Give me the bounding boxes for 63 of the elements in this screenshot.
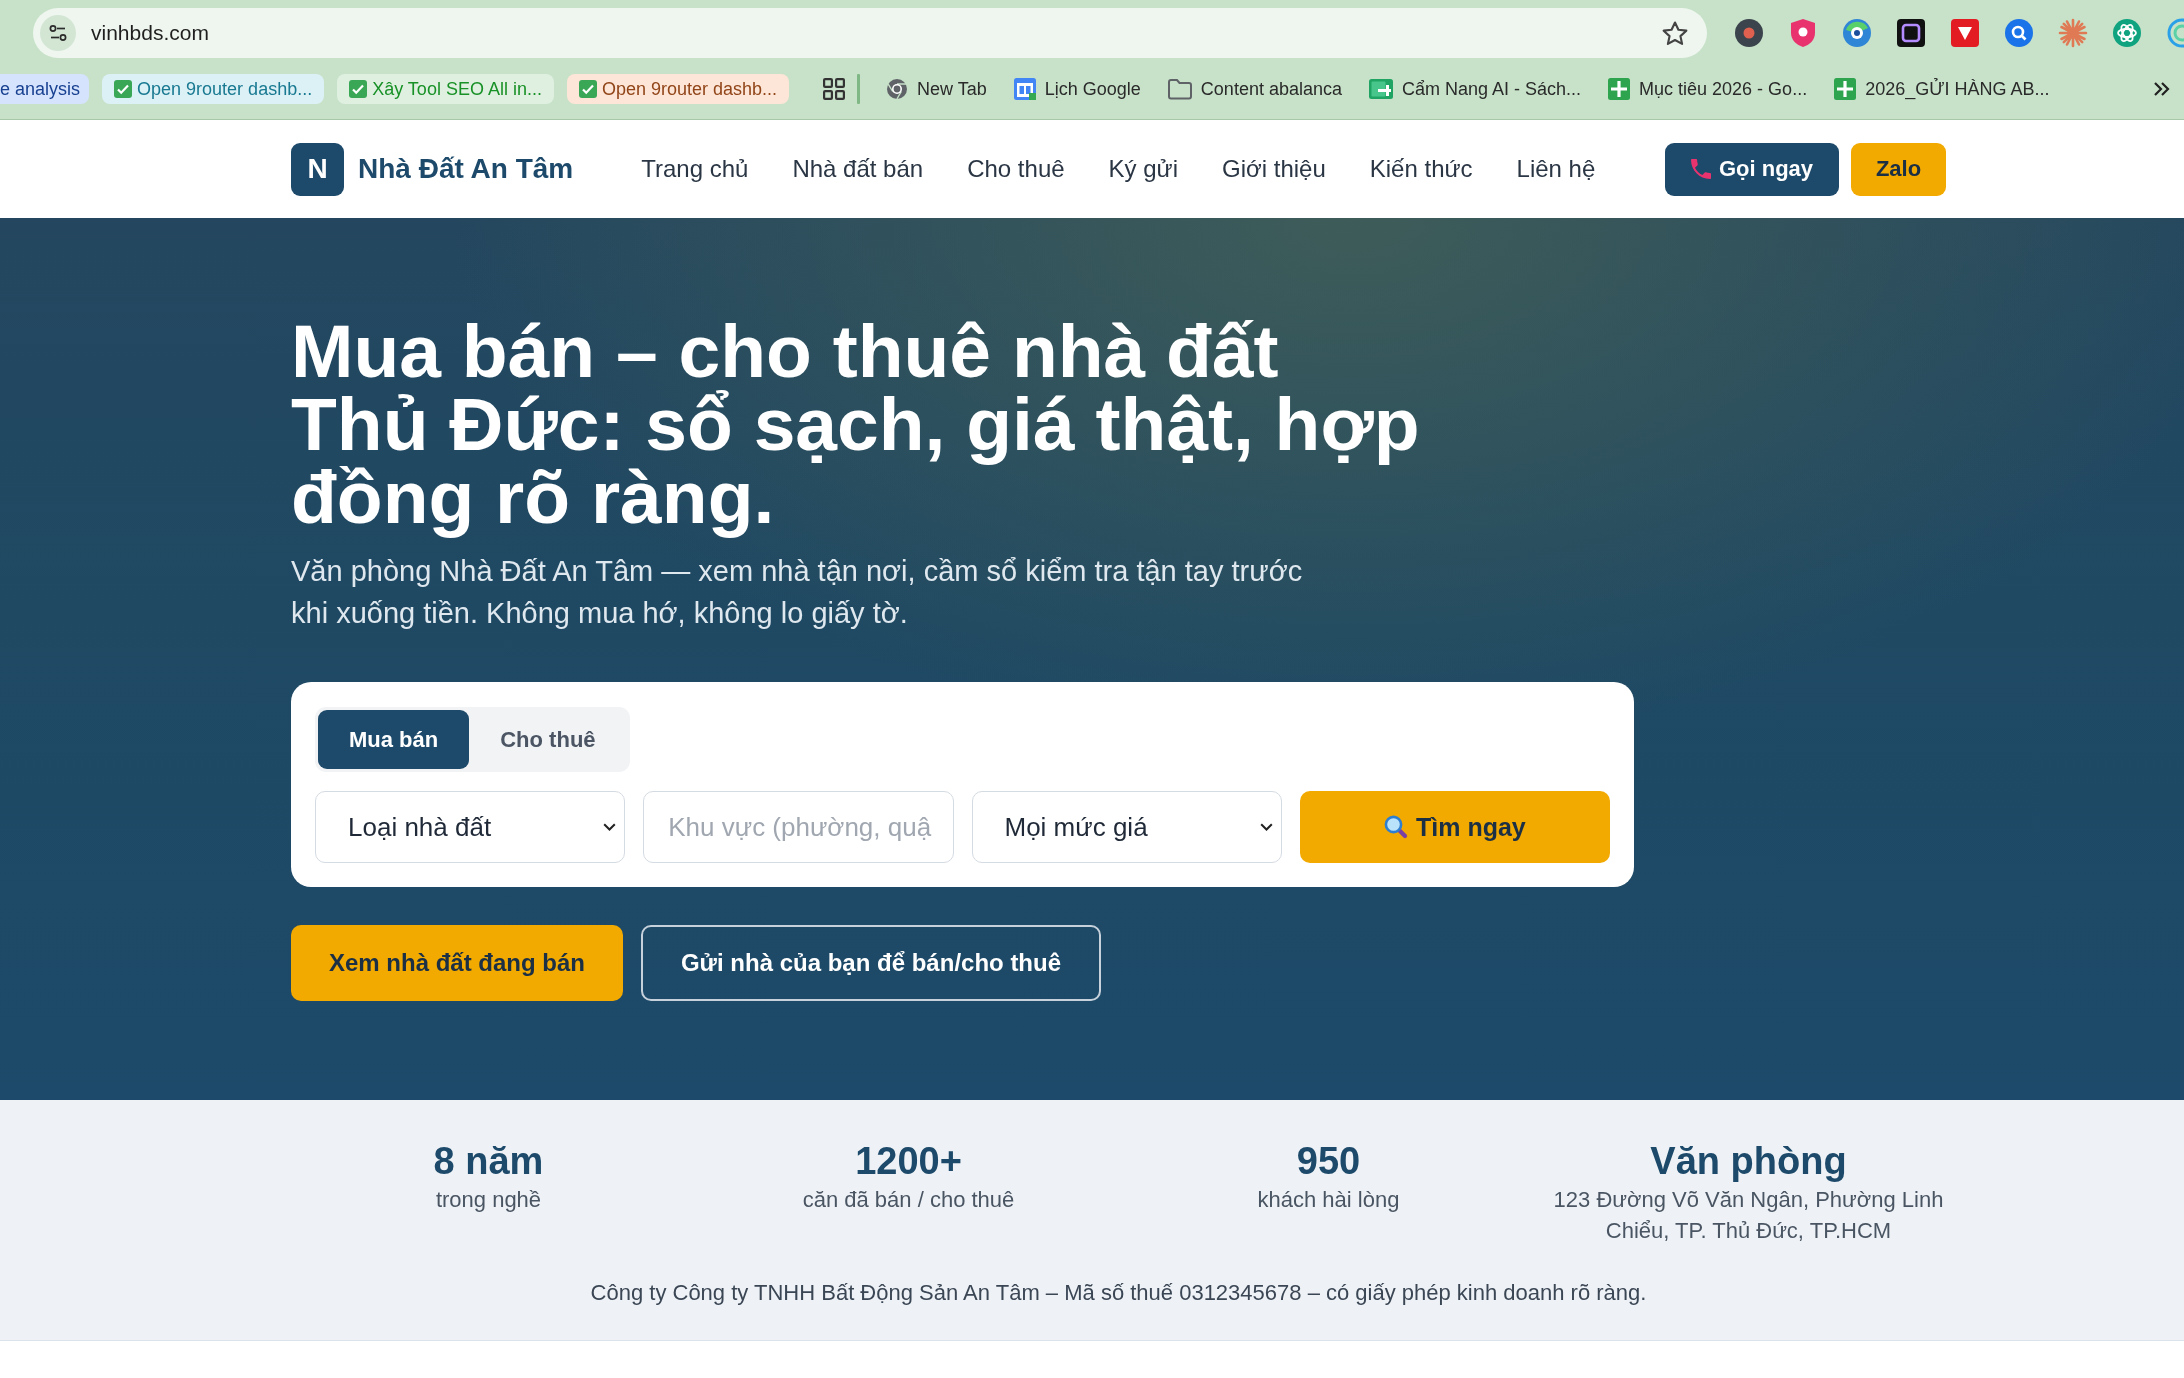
tab-group-chip[interactable]: Open 9router dashb... [566,74,790,104]
company-info-text: Công ty Công ty TNHH Bất Động Sản An Tâm – Mã số thuế 0312345678 – có giấy phép kinh doanh rõ ràng. [589,1279,1648,1307]
stat-value: 950 [1296,1139,1361,1184]
circle-extension-icon[interactable] [2004,18,2034,48]
hero-subtitle: Văn phòng Nhà Đất An Tâm — xem nhà tận nơi, cầm sổ kiểm tra tận tay trước khi xuống tiền. Không mua hớ, không lo giấy tờ. [291,554,1304,631]
shield-icon[interactable] [1788,18,1818,48]
primary-button[interactable]: Xem nhà đất đang bán [291,925,623,1001]
apps-grid-icon[interactable] [823,78,846,100]
nav-link[interactable]: Giới thiệu [1222,155,1326,183]
url-text: vinhbds.com [91,21,209,45]
stat-value: Văn phòng [1650,1139,1847,1184]
stat-label: căn đã bán / cho thuê [802,1186,1015,1214]
stat-value: 8 năm [433,1139,544,1184]
calendar-icon [1013,78,1036,100]
input-field[interactable]: Khu vực (phường, quậ [643,791,954,863]
bookmark-item[interactable]: 2026_GỬI HÀNG AB... [1834,78,2050,100]
knot-icon[interactable] [2112,18,2142,48]
nav-link[interactable]: Cho thuê [967,155,1065,183]
square-extension-icon[interactable] [1896,18,1926,48]
stat-value: 1200+ [855,1139,962,1184]
nav-link[interactable]: Ký gửi [1108,155,1178,183]
nav-link[interactable]: Nhà đất bán [792,155,924,183]
bookmark-item[interactable]: Content abalanca [1167,78,1342,100]
stat-label: trong nghề [435,1186,542,1214]
tab[interactable]: Cho thuê [469,710,627,769]
star-icon[interactable] [1662,20,1688,46]
search-icon [1384,815,1408,839]
checkbox-icon [578,80,597,98]
dropdown[interactable]: Mọi mức giá [971,791,1282,863]
bookmark-item[interactable]: Mục tiêu 2026 - Go... [1608,78,1808,100]
folder-icon [1167,78,1192,100]
stat-label: khách hài lòng [1257,1186,1400,1214]
double-chevron-icon[interactable] [2153,81,2170,97]
nav-link[interactable]: Liên hệ [1516,155,1596,183]
cross-tile-icon [1608,78,1631,100]
tab-group-chip[interactable]: Open 9router dashb... [102,74,325,104]
tab-group-chip[interactable]: e analysis [0,74,90,104]
site-name[interactable]: Nhà Đất An Tâm [358,153,574,185]
stat-label: 123 Đường Võ Văn Ngân, Phường Linh Chiểu, TP. Thủ Đức, TP.HCM [1552,1186,1945,1245]
chevron-down-icon [603,823,617,831]
address-bar[interactable]: vinhbds.com [33,8,1707,58]
chevron-down-icon [1259,823,1273,831]
bookmark-item[interactable]: Cẩm Nang AI - Sách... [1368,78,1582,100]
bookmark-item[interactable]: New Tab [886,78,987,100]
checkbox-icon [114,80,133,98]
checkbox-icon [349,80,368,98]
nav-link[interactable]: Trang chủ [641,155,749,183]
sliders-icon[interactable] [40,15,76,51]
call-button[interactable]: Gọi ngay [1665,142,1839,196]
circle-extension-icon[interactable] [1842,18,1872,48]
phone-icon [1690,159,1711,179]
zalo-button[interactable]: Zalo [1851,142,1946,196]
dropdown[interactable]: Loại nhà đất [315,791,626,863]
cross-tile-icon [1834,78,1857,100]
logo-mark: N [291,142,344,196]
search-button[interactable]: Tìm ngay [1299,791,1610,863]
presentation-icon [1368,79,1393,99]
nav-link[interactable]: Kiến thức [1369,155,1473,183]
bookmark-item[interactable]: Lịch Google [1013,78,1141,100]
outline-button[interactable]: Gửi nhà của bạn để bán/cho thuê [641,925,1101,1001]
tab[interactable]: Mua bán [318,710,470,769]
browser-icon [886,78,909,100]
circle-extension-icon[interactable] [1734,18,1764,48]
